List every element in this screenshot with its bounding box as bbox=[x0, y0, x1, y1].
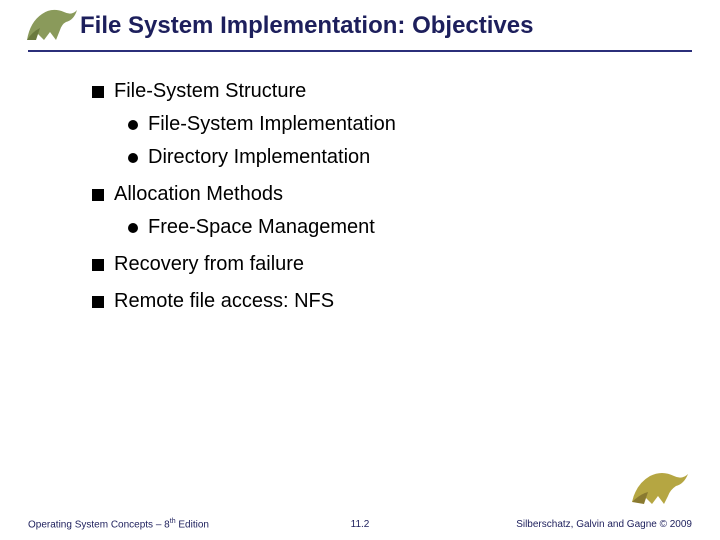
bullet-group-2: Allocation Methods Free-Space Management bbox=[92, 183, 672, 239]
bullet-item: Allocation Methods bbox=[92, 183, 672, 206]
footer-book-title: Operating System Concepts – 8 bbox=[28, 519, 170, 530]
sub-bullet-item: File-System Implementation bbox=[128, 113, 672, 136]
slide: File System Implementation: Objectives F… bbox=[0, 0, 720, 540]
slide-header: File System Implementation: Objectives bbox=[0, 0, 720, 46]
bullet-text: Directory Implementation bbox=[148, 146, 370, 169]
sub-bullet-item: Free-Space Management bbox=[128, 216, 672, 239]
bullet-text: Allocation Methods bbox=[114, 183, 283, 206]
square-bullet-icon bbox=[92, 86, 104, 98]
bullet-item: File-System Structure bbox=[92, 80, 672, 103]
dot-bullet-icon bbox=[128, 223, 138, 233]
bullet-text: Free-Space Management bbox=[148, 216, 375, 239]
bullet-item: Remote file access: NFS bbox=[92, 290, 672, 313]
bullet-text: Remote file access: NFS bbox=[114, 290, 334, 313]
footer-left: Operating System Concepts – 8th Edition bbox=[28, 518, 209, 530]
bullet-group-3: Recovery from failure bbox=[92, 253, 672, 276]
dot-bullet-icon bbox=[128, 153, 138, 163]
bullet-item: Recovery from failure bbox=[92, 253, 672, 276]
square-bullet-icon bbox=[92, 296, 104, 308]
slide-title: File System Implementation: Objectives bbox=[80, 12, 692, 40]
dinosaur-icon-bottom bbox=[628, 466, 692, 508]
square-bullet-icon bbox=[92, 189, 104, 201]
bullet-group-4: Remote file access: NFS bbox=[92, 290, 672, 313]
bullet-text: File-System Implementation bbox=[148, 113, 396, 136]
bullet-group-1: File-System Structure File-System Implem… bbox=[92, 80, 672, 169]
square-bullet-icon bbox=[92, 259, 104, 271]
slide-content: File-System Structure File-System Implem… bbox=[0, 52, 720, 313]
footer-edition-suffix: Edition bbox=[176, 519, 209, 530]
slide-footer: Operating System Concepts – 8th Edition … bbox=[0, 518, 720, 530]
footer-authors: Silberschatz, Galvin and Gagne © 2009 bbox=[516, 519, 692, 530]
dot-bullet-icon bbox=[128, 120, 138, 130]
bullet-text: File-System Structure bbox=[114, 80, 306, 103]
footer-page-number: 11.2 bbox=[351, 519, 370, 530]
sub-bullet-item: Directory Implementation bbox=[128, 146, 672, 169]
bullet-text: Recovery from failure bbox=[114, 253, 304, 276]
